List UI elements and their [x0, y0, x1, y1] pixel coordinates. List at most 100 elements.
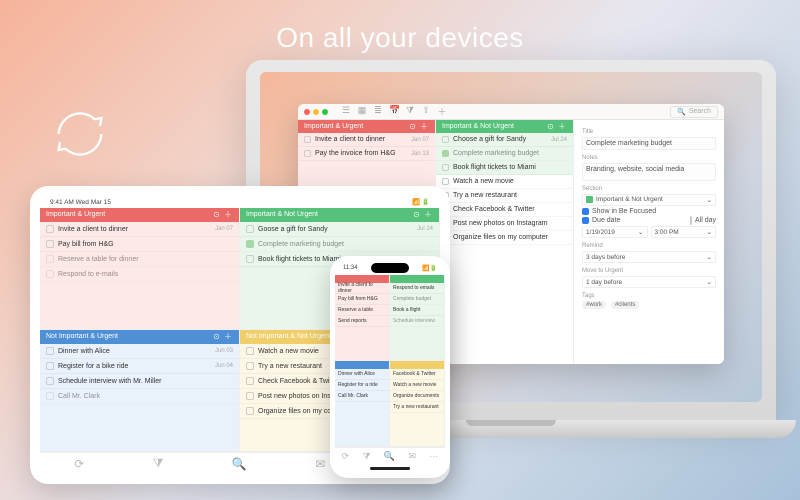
q2-header-actions[interactable]: ⊙ ＋ — [547, 120, 567, 133]
task-item[interactable]: Send reports — [335, 316, 389, 327]
inbox-tab-icon[interactable]: ✉︎ — [408, 451, 416, 462]
task-item[interactable]: Organize documents — [390, 391, 444, 402]
mac-q2-header[interactable]: Important & Not Urgent ⊙ ＋ — [436, 120, 573, 133]
search-tab-icon[interactable]: 🔍 — [384, 451, 395, 462]
ipad-q3-header[interactable]: Not Important & Urgent⊙ ＋ — [40, 330, 239, 344]
ip-q2-header[interactable] — [390, 275, 444, 283]
task-item[interactable]: Try a new restaurant — [390, 402, 444, 413]
detail-title-field[interactable]: Complete marketing budget — [582, 137, 716, 150]
q1-title: Important & Urgent — [46, 208, 105, 222]
iphone-device: 11:34 📶🔋 Invite a client to dinner Pay b… — [330, 256, 450, 478]
checkbox[interactable] — [304, 136, 311, 143]
task-item[interactable]: Invite a client to dinner — [335, 283, 389, 294]
grid-view-icon[interactable]: ▦ — [357, 105, 367, 118]
task-item[interactable]: Organize files on my computer — [436, 231, 573, 245]
section-color-swatch — [586, 196, 593, 203]
mac-q1-title: Important & Urgent — [304, 120, 363, 133]
task-item[interactable]: Pay bill from H&G — [335, 294, 389, 305]
inbox-tab-icon[interactable]: ✉︎ — [315, 457, 325, 471]
checkbox[interactable] — [442, 136, 449, 143]
due-date-field[interactable]: 1/19/2019⌄ — [582, 226, 648, 238]
tags-field[interactable]: #work #clients — [582, 301, 716, 309]
list-view-icon[interactable]: ≣ — [373, 105, 383, 118]
more-tab-icon[interactable]: ⋯ — [429, 451, 438, 462]
traffic-close[interactable] — [304, 109, 310, 115]
task-item[interactable]: Respond to e-mails — [40, 267, 239, 282]
task-item[interactable]: Respond to emails — [390, 283, 444, 294]
filter-icon[interactable]: ⧩ — [405, 105, 415, 118]
task-item[interactable]: Pay bill from H&G — [40, 237, 239, 252]
task-item[interactable]: Choose a gift for SandyJul 24 — [436, 133, 573, 147]
mac-q2-list: Choose a gift for SandyJul 24 Complete m… — [436, 133, 573, 175]
calendar-icon[interactable]: 📅 — [389, 105, 399, 118]
task-item[interactable]: Invite a client to dinnerJan 07 — [40, 222, 239, 237]
q1-header-actions[interactable]: ⊙ ＋ — [409, 120, 429, 133]
detail-section-label: Section — [582, 186, 716, 192]
sidebar-toggle-icon[interactable]: ☰ — [341, 105, 351, 118]
iphone-matrix: Invite a client to dinner Pay bill from … — [335, 275, 445, 447]
task-item[interactable]: Book flight tickets to Miami — [436, 161, 573, 175]
sync-icon — [48, 102, 112, 166]
due-time-field[interactable]: 3:00 PM⌄ — [651, 226, 717, 238]
remind-select[interactable]: 3 days before⌄ — [582, 251, 716, 263]
checkbox[interactable] — [442, 150, 449, 157]
status-indicators: 📶 🔋 — [412, 198, 430, 206]
filter-tab-icon[interactable]: ⧩ — [363, 451, 371, 462]
checkbox[interactable] — [304, 150, 311, 157]
task-item[interactable]: Complete marketing budget — [240, 237, 439, 252]
traffic-zoom[interactable] — [322, 109, 328, 115]
checkbox[interactable] — [442, 178, 449, 185]
checkbox[interactable] — [442, 164, 449, 171]
task-item[interactable]: Check Facebook & Twitter — [436, 203, 573, 217]
task-item[interactable]: Reserve a table — [335, 305, 389, 316]
ip-q3-header[interactable] — [335, 361, 389, 369]
iphone-tab-bar: ⟳ ⧩ 🔍 ✉︎ ⋯ — [335, 447, 445, 465]
task-item[interactable]: Dinner with AliceJun 03 — [40, 344, 239, 359]
share-icon[interactable]: ⇪ — [421, 105, 431, 118]
mac-q1-header[interactable]: Important & Urgent ⊙ ＋ — [298, 120, 435, 133]
show-in-focused-checkbox[interactable] — [582, 208, 589, 215]
task-item[interactable]: Dinner with Alice — [335, 369, 389, 380]
show-in-focused-row[interactable]: Show in Be Focused — [582, 208, 716, 215]
task-item[interactable]: Schedule interview with Mr. Miller — [40, 374, 239, 389]
traffic-minimize[interactable] — [313, 109, 319, 115]
task-item[interactable]: Reserve a table for dinner — [40, 252, 239, 267]
task-item[interactable]: Facebook & Twitter — [390, 369, 444, 380]
task-item[interactable]: Call Mr. Clark — [335, 391, 389, 402]
task-item[interactable]: Watch a new movie — [436, 175, 573, 189]
home-indicator[interactable] — [370, 467, 410, 470]
ip-q4-header[interactable] — [390, 361, 444, 369]
task-item[interactable]: Complete marketing budget — [436, 147, 573, 161]
ipad-q1-header[interactable]: Important & Urgent⊙ ＋ — [40, 208, 239, 222]
task-item[interactable]: Watch a new movie — [390, 380, 444, 391]
task-item[interactable]: Post new photos on Instagram — [436, 217, 573, 231]
task-item[interactable]: Invite a client to dinnerJan 07 — [298, 133, 435, 147]
task-item[interactable]: Book a flight — [390, 305, 444, 316]
task-item[interactable]: Schedule interview — [390, 316, 444, 327]
all-day-checkbox[interactable] — [690, 216, 692, 225]
filter-tab-icon[interactable]: ⧩ — [153, 456, 164, 471]
sync-tab-icon[interactable]: ⟳ — [74, 457, 84, 471]
task-item[interactable]: Pay the invoice from H&GJan 13 — [298, 147, 435, 161]
status-time: 9:41 AM Wed Mar 15 — [50, 199, 111, 206]
search-input[interactable]: 🔍 Search — [670, 106, 718, 118]
sync-tab-icon[interactable]: ⟳ — [342, 451, 350, 462]
due-date-row[interactable]: Due date All day — [582, 217, 716, 224]
task-item[interactable]: Try a new restaurant — [436, 189, 573, 203]
task-item[interactable]: Call Mr. Clark — [40, 389, 239, 404]
mac-q4-list: Watch a new movie Try a new restaurant C… — [436, 175, 573, 364]
detail-notes-field[interactable]: Branding, website, social media — [582, 163, 716, 181]
task-item[interactable]: Register for a bike rideJun 04 — [40, 359, 239, 374]
tag-chip[interactable]: #work — [582, 301, 606, 309]
task-item[interactable]: Complete budget — [390, 294, 444, 305]
move-select[interactable]: 1 day before⌄ — [582, 276, 716, 288]
tag-chip[interactable]: #clients — [611, 301, 639, 309]
task-item[interactable]: Register for a ride — [335, 380, 389, 391]
task-text: Invite a client to dinner — [315, 136, 385, 143]
ipad-q2-header[interactable]: Important & Not Urgent⊙ ＋ — [240, 208, 439, 222]
detail-section-select[interactable]: Important & Not Urgent ⌄ — [582, 194, 716, 206]
due-date-checkbox[interactable] — [582, 217, 589, 224]
plus-icon[interactable]: ＋ — [437, 105, 447, 118]
search-tab-icon[interactable]: 🔍 — [232, 457, 247, 471]
task-item[interactable]: Goose a gift for SandyJul 24 — [240, 222, 439, 237]
